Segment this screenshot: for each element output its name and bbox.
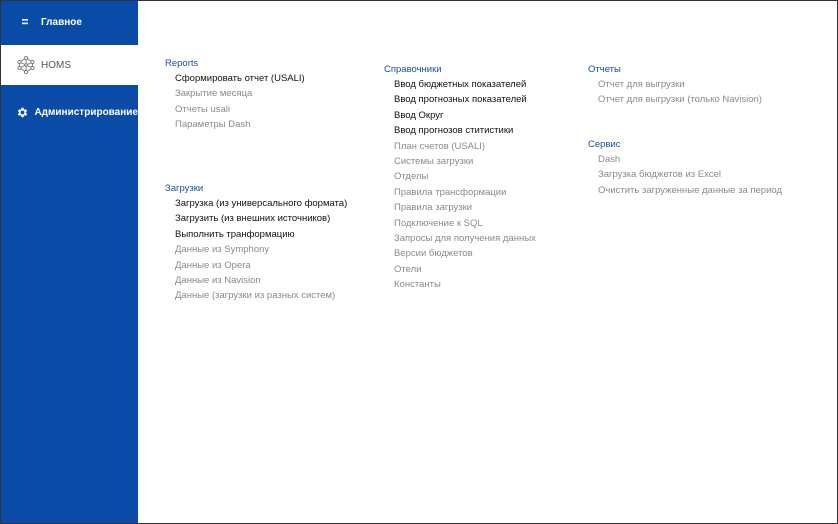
gear-icon (15, 106, 30, 119)
menu-link[interactable]: Выполнить транформацию (165, 227, 347, 242)
menu-link[interactable]: Очистить загруженные данные за период (588, 183, 782, 198)
menu-link[interactable]: Dash (588, 152, 782, 167)
menu-link[interactable]: Правила загрузки (384, 200, 536, 215)
sidebar-item-label: Главное (41, 16, 82, 28)
menu-link[interactable]: Константы (384, 277, 536, 292)
menu-link[interactable]: Данные из Navision (165, 273, 347, 288)
column-1-loads: Загрузки Загрузка (из универсального фор… (165, 182, 347, 304)
menu-link[interactable]: Загрузить (из внешних источников) (165, 211, 347, 226)
column-3-service: Сервис Dash Загрузка бюджетов из Excel Очи… (588, 138, 782, 198)
menu-link[interactable]: Отчет для выгрузки (только Navision) (588, 92, 762, 107)
menu-link[interactable]: Данные (загрузки из разных систем) (165, 288, 347, 303)
section-title-reports: Reports (165, 58, 199, 69)
section-title-refs: Справочники (384, 64, 442, 75)
menu-link[interactable]: Подключение к SQL (384, 216, 536, 231)
menu-link[interactable]: План счетов (USALI) (384, 139, 536, 154)
menu-link[interactable]: Ввод бюджетных показателей (384, 77, 536, 92)
column-3: Отчеты Отчет для выгрузки Отчет для выгру… (588, 63, 762, 108)
menu-link[interactable]: Данные из Symphony (165, 242, 347, 257)
refs-links: Ввод бюджетных показателей Ввод прогнозны… (384, 77, 536, 292)
menu-link[interactable]: Отели (384, 262, 536, 277)
menu-link[interactable]: Версии бюджетов (384, 246, 536, 261)
section-title-reports-ru: Отчеты (588, 64, 621, 75)
column-1: Reports Сформировать отчет (USALI) Закрыт… (165, 57, 305, 133)
menu-link[interactable]: Запросы для получения данных (384, 231, 536, 246)
section-title-loads: Загрузки (165, 183, 204, 194)
menu-link[interactable]: Ввод Округ (384, 108, 536, 123)
reports-ru-links: Отчет для выгрузки Отчет для выгрузки (то… (588, 77, 762, 108)
menu-link[interactable]: Сформировать отчет (USALI) (165, 71, 305, 86)
menu-link[interactable]: Правила трансформации (384, 185, 536, 200)
main-content: Reports Сформировать отчет (USALI) Закрыт… (138, 1, 837, 523)
sidebar: Главное HOMS Администрирование (1, 1, 138, 523)
menu-link[interactable]: Системы загрузки (384, 154, 536, 169)
app-window: Главное HOMS Администрирование Reports С… (0, 0, 838, 524)
menu-link[interactable]: Отчеты usali (165, 102, 305, 117)
loads-links: Загрузка (из универсального формата) Загр… (165, 196, 347, 304)
menu-link[interactable]: Загрузка (из универсального формата) (165, 196, 347, 211)
menu-link[interactable]: Данные из Opera (165, 258, 347, 273)
menu-link[interactable]: Ввод прогнозных показателей (384, 92, 536, 107)
column-2: Справочники Ввод бюджетных показателей Вв… (384, 63, 536, 292)
sidebar-item-homs[interactable]: HOMS (1, 45, 138, 85)
menu-link[interactable]: Параметры Dash (165, 117, 305, 132)
network-icon (15, 55, 37, 75)
sidebar-item-main[interactable]: Главное (1, 1, 138, 43)
reports-links: Сформировать отчет (USALI) Закрытие месяц… (165, 71, 305, 133)
menu-icon (15, 18, 37, 26)
menu-link[interactable]: Ввод прогнозов ститистики (384, 123, 536, 138)
menu-link[interactable]: Отчет для выгрузки (588, 77, 762, 92)
menu-link[interactable]: Отделы (384, 169, 536, 184)
menu-link[interactable]: Загрузка бюджетов из Excel (588, 167, 782, 182)
sidebar-item-label: HOMS (41, 59, 71, 71)
section-title-service: Сервис (588, 139, 621, 150)
sidebar-item-admin[interactable]: Администрирование (1, 91, 138, 133)
sidebar-item-label: Администрирование (34, 106, 138, 118)
menu-link[interactable]: Закрытие месяца (165, 86, 305, 101)
service-links: Dash Загрузка бюджетов из Excel Очистить з… (588, 152, 782, 198)
